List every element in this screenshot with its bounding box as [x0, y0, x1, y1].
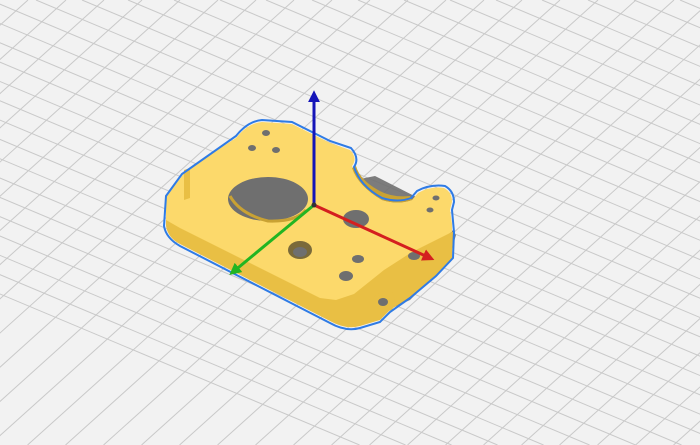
grid-line [633, 0, 700, 29]
model-hole [272, 147, 280, 153]
model-center-opening [228, 177, 308, 221]
grid-line [495, 0, 700, 87]
grid-line [559, 317, 700, 445]
grid-line [0, 0, 143, 129]
viewport-scene[interactable] [0, 0, 700, 445]
3d-viewport[interactable] [0, 0, 700, 445]
grid-line [679, 0, 700, 9]
grid-line [0, 0, 105, 95]
model-hole [426, 207, 434, 213]
model-hole [378, 298, 388, 306]
model-hole [352, 255, 364, 263]
model-hole [432, 195, 440, 201]
grid-line [673, 420, 700, 445]
selected-3d-model[interactable] [162, 118, 456, 331]
grid-line [449, 0, 700, 106]
model-hole [293, 247, 307, 257]
grid-line [635, 386, 700, 445]
model-hole [248, 145, 256, 151]
model-hole [262, 130, 270, 136]
model-hole [339, 271, 353, 281]
grid-line [587, 0, 700, 48]
gizmo-origin [311, 202, 317, 208]
